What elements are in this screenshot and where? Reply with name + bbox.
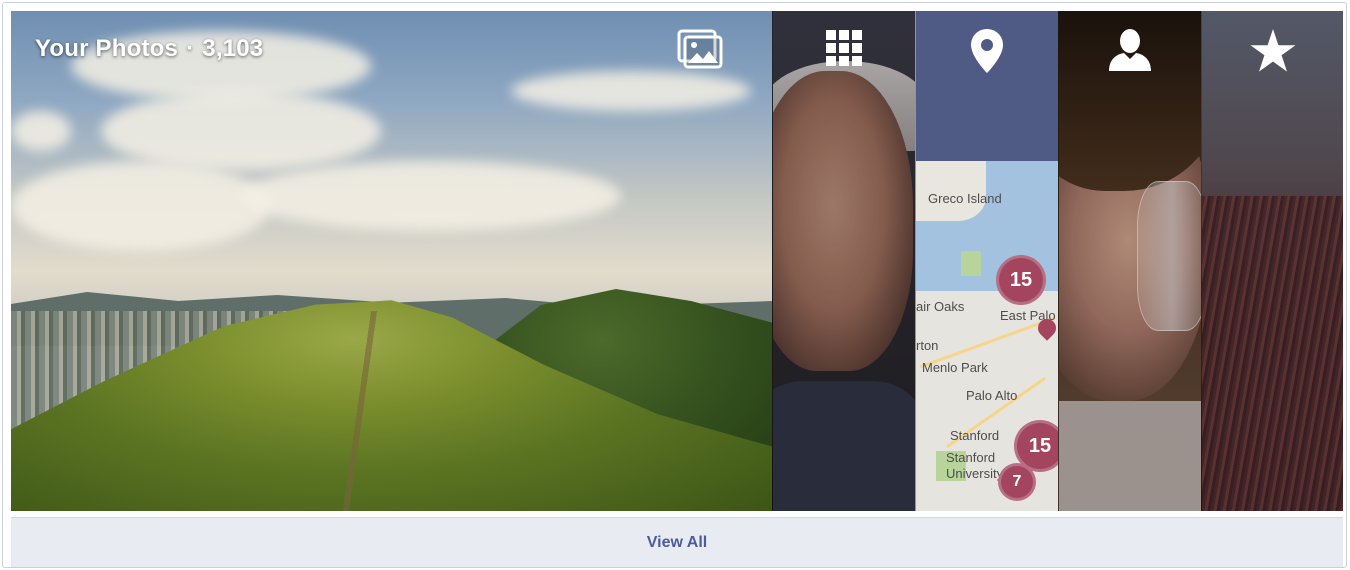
map-label: Palo Alto: [966, 388, 1018, 403]
title-separator: ·: [186, 35, 195, 62]
location-pin-icon: [971, 29, 1003, 78]
map-label: Menlo Park: [922, 360, 988, 375]
photos-card: Your Photos · 3,103 Greco Island East Pa…: [2, 2, 1347, 568]
album-panel-grid[interactable]: [772, 11, 915, 511]
album-panel-people[interactable]: [1058, 11, 1201, 511]
star-icon: [1250, 29, 1296, 78]
map-label: rton: [916, 338, 939, 353]
album-panel-favorites[interactable]: [1201, 11, 1343, 511]
person-icon: [1107, 29, 1153, 76]
grid-icon: [825, 29, 863, 72]
map-label: air Oaks: [916, 299, 965, 314]
card-footer: View All: [11, 517, 1343, 567]
photo-count: 3,103: [202, 35, 264, 62]
photo-strip: Your Photos · 3,103 Greco Island East Pa…: [11, 11, 1343, 511]
cover-photo[interactable]: Your Photos · 3,103: [11, 11, 772, 511]
map-label: Greco Island: [928, 191, 1002, 206]
title-label: Your Photos: [35, 35, 179, 62]
map-cluster-marker[interactable]: 15: [996, 255, 1046, 305]
photos-icon[interactable]: [677, 29, 723, 69]
view-all-link[interactable]: View All: [647, 534, 707, 552]
section-title: Your Photos · 3,103: [35, 35, 263, 63]
map-label: Stanford: [950, 428, 1000, 443]
map-cluster-marker[interactable]: 7: [998, 463, 1036, 501]
album-panel-map[interactable]: Greco Island East Palo air Oaks rton Men…: [915, 11, 1058, 511]
